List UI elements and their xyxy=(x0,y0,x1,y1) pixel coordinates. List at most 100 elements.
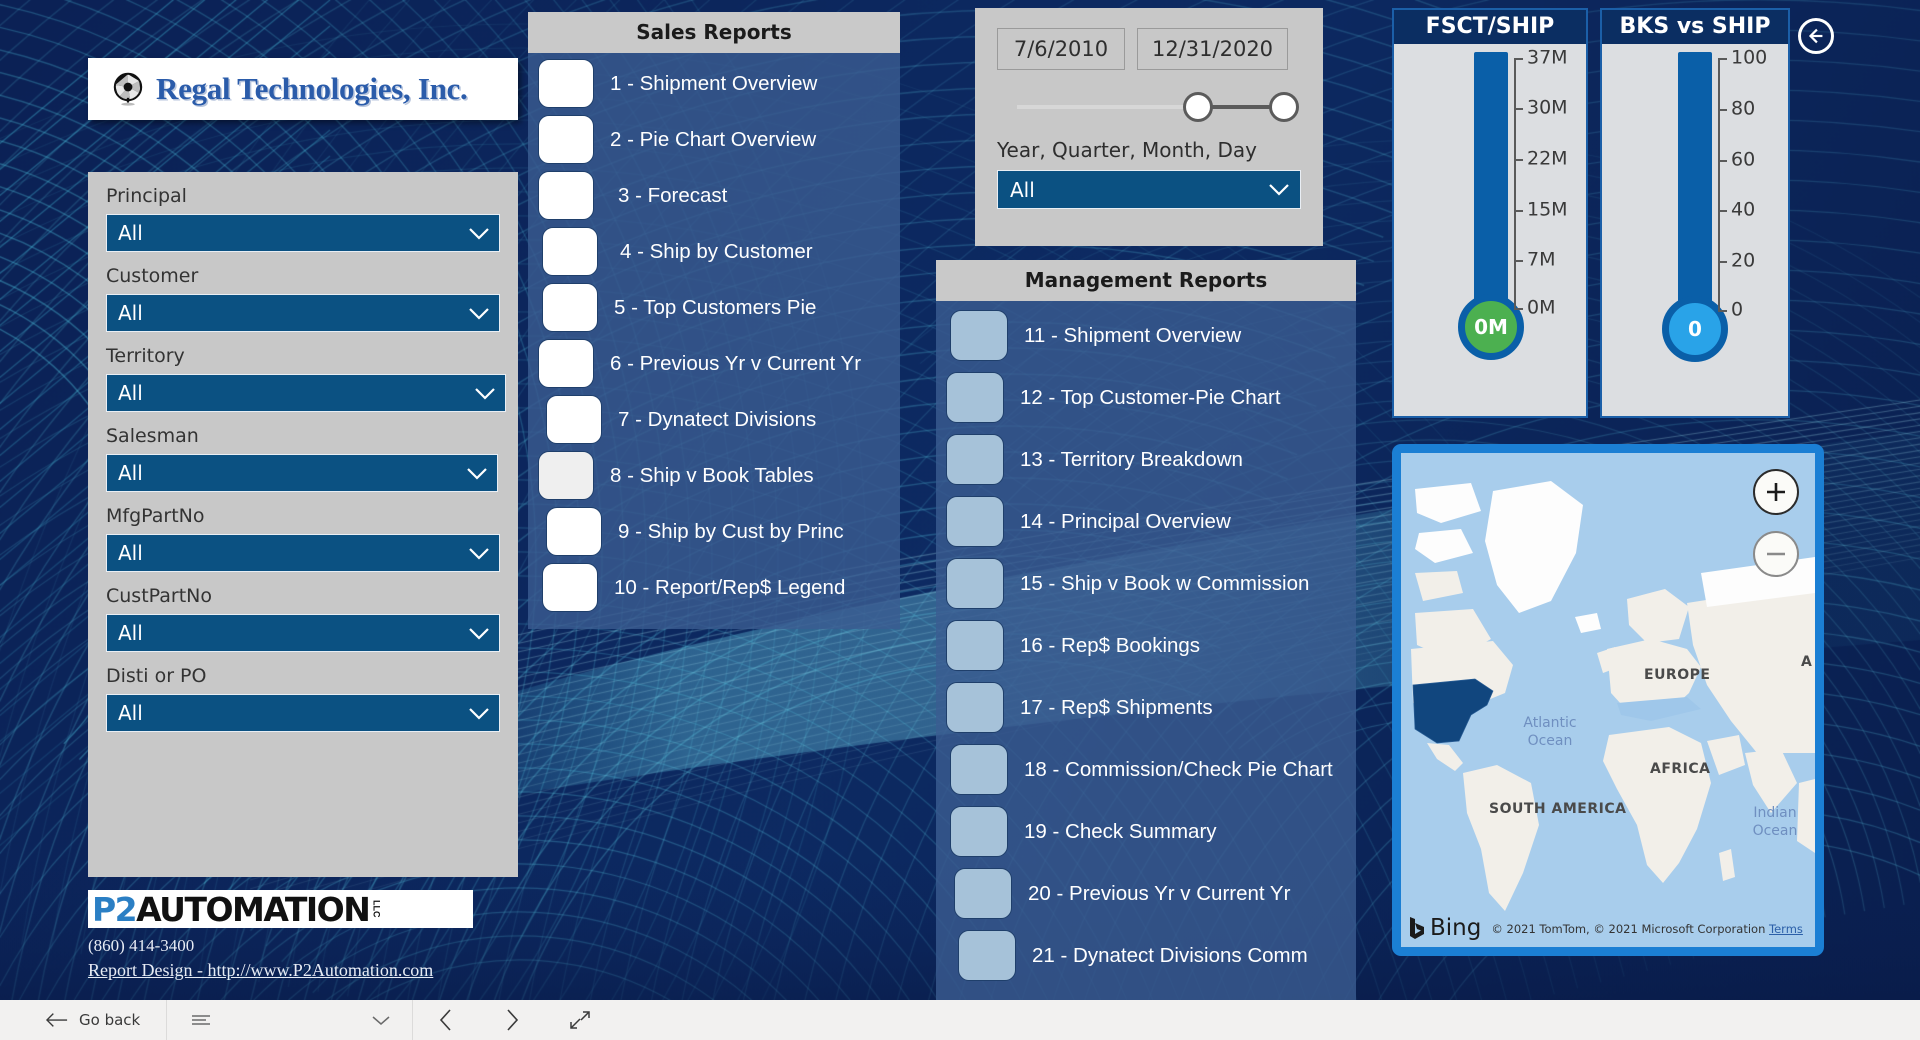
report-chip[interactable] xyxy=(538,59,594,108)
report-chip[interactable] xyxy=(950,744,1008,795)
tick-mark xyxy=(1514,308,1523,310)
report-label: 18 - Commission/Check Pie Chart xyxy=(1024,757,1333,781)
sales-report-item-4[interactable]: 4 - Ship by Customer xyxy=(528,227,900,276)
report-chip[interactable] xyxy=(946,434,1004,485)
territory-dropdown[interactable]: All xyxy=(106,374,506,412)
sales-reports-header: Sales Reports xyxy=(528,12,900,53)
report-chip[interactable] xyxy=(538,339,594,388)
sales-report-item-7[interactable]: 7 - Dynatect Divisions xyxy=(528,395,900,444)
sales-report-item-1[interactable]: 1 - Shipment Overview xyxy=(528,59,900,108)
report-label: 14 - Principal Overview xyxy=(1020,509,1231,533)
report-label: 5 - Top Customers Pie xyxy=(614,295,817,319)
report-chip[interactable] xyxy=(946,372,1004,423)
report-label: 16 - Rep$ Bookings xyxy=(1020,633,1201,657)
map-zoom-in-button[interactable] xyxy=(1753,469,1799,515)
report-chip[interactable] xyxy=(946,682,1004,733)
map-footer: Bing © 2021 TomTom, © 2021 Microsoft Cor… xyxy=(1409,915,1803,941)
salesman-dropdown[interactable]: All xyxy=(106,454,498,492)
end-date-input[interactable]: 12/31/2020 xyxy=(1137,28,1289,70)
report-chip[interactable] xyxy=(542,283,598,332)
back-arrow-circle-icon[interactable] xyxy=(1798,18,1834,54)
tick-label: 80 xyxy=(1731,97,1756,120)
report-chip[interactable] xyxy=(950,310,1008,361)
filter-custpartno: CustPartNo All xyxy=(88,585,518,652)
mgmt-report-item-15[interactable]: 15 - Ship v Book w Commission xyxy=(936,558,1356,609)
management-reports-list: 11 - Shipment Overview 12 - Top Customer… xyxy=(936,301,1356,1004)
previous-page-button[interactable] xyxy=(413,1000,479,1040)
mfgpartno-dropdown[interactable]: All xyxy=(106,534,500,572)
principal-dropdown[interactable]: All xyxy=(106,214,500,252)
fit-to-screen-button[interactable] xyxy=(545,1000,615,1040)
chevron-down-icon xyxy=(372,1015,390,1025)
company-logo: Regal Technologies, Inc. xyxy=(88,58,518,120)
report-chip[interactable] xyxy=(538,451,594,500)
map-attribution-text: © 2021 TomTom, © 2021 Microsoft Corporat… xyxy=(1491,922,1766,936)
report-label: 13 - Territory Breakdown xyxy=(1020,447,1243,471)
report-chip[interactable] xyxy=(946,620,1004,671)
report-chip[interactable] xyxy=(950,806,1008,857)
report-chip[interactable] xyxy=(946,496,1004,547)
granularity-label: Year, Quarter, Month, Day xyxy=(997,138,1257,162)
thermometer-fsct: 0M 37M 30M 22M 15M 7M 0M xyxy=(1394,44,1586,402)
slider-handle-end[interactable] xyxy=(1269,92,1299,122)
report-chip[interactable] xyxy=(546,507,602,556)
tick-label: 22M xyxy=(1527,147,1568,170)
report-label: 3 - Forecast xyxy=(618,183,728,207)
sales-report-item-3[interactable]: 3 - Forecast xyxy=(528,171,900,220)
mgmt-report-item-17[interactable]: 17 - Rep$ Shipments xyxy=(936,682,1356,733)
next-page-button[interactable] xyxy=(479,1000,545,1040)
mgmt-report-item-21[interactable]: 21 - Dynatect Divisions Comm xyxy=(936,930,1356,981)
custpartno-dropdown-value: All xyxy=(118,621,143,645)
granularity-dropdown[interactable]: All xyxy=(997,170,1301,209)
tick-mark xyxy=(1514,159,1523,161)
report-label: 11 - Shipment Overview xyxy=(1024,323,1242,347)
sales-report-item-8[interactable]: 8 - Ship v Book Tables xyxy=(528,451,900,500)
tick-mark xyxy=(1718,58,1727,60)
slider-handle-start[interactable] xyxy=(1183,92,1213,122)
report-chip[interactable] xyxy=(538,171,594,220)
bing-logo-icon xyxy=(1410,917,1424,939)
report-chip[interactable] xyxy=(538,115,594,164)
bing-map[interactable]: EUROPE AFRICA SOUTH AMERICA A Atlantic Oc… xyxy=(1401,453,1815,947)
sales-report-item-9[interactable]: 9 - Ship by Cust by Princ xyxy=(528,507,900,556)
report-label: 9 - Ship by Cust by Princ xyxy=(618,519,844,543)
p2-report-design-link[interactable]: Report Design - http://www.P2Automation.… xyxy=(88,960,433,981)
map-label-south-america: SOUTH AMERICA xyxy=(1489,801,1627,817)
mgmt-report-item-20[interactable]: 20 - Previous Yr v Current Yr xyxy=(936,868,1356,919)
arrow-left-icon xyxy=(1808,28,1823,44)
chevron-down-icon xyxy=(1268,183,1290,196)
customer-dropdown[interactable]: All xyxy=(106,294,500,332)
go-back-button[interactable]: Go back xyxy=(0,1000,166,1040)
custpartno-dropdown[interactable]: All xyxy=(106,614,500,652)
filter-label: Customer xyxy=(106,265,199,287)
sales-report-item-6[interactable]: 6 - Previous Yr v Current Yr xyxy=(528,339,900,388)
report-chip[interactable] xyxy=(542,563,598,612)
report-chip[interactable] xyxy=(946,558,1004,609)
disti-or-po-dropdown[interactable]: All xyxy=(106,694,500,732)
report-chip[interactable] xyxy=(958,930,1016,981)
filter-label: MfgPartNo xyxy=(106,505,205,527)
map-terms-link[interactable]: Terms xyxy=(1769,922,1803,936)
mgmt-report-item-13[interactable]: 13 - Territory Breakdown xyxy=(936,434,1356,485)
plus-icon xyxy=(1767,483,1785,501)
mgmt-report-item-18[interactable]: 18 - Commission/Check Pie Chart xyxy=(936,744,1356,795)
report-label: 21 - Dynatect Divisions Comm xyxy=(1032,943,1308,967)
map-zoom-out-button[interactable] xyxy=(1753,531,1799,577)
sales-report-item-5[interactable]: 5 - Top Customers Pie xyxy=(528,283,900,332)
mgmt-report-item-14[interactable]: 14 - Principal Overview xyxy=(936,496,1356,547)
tick-mark xyxy=(1514,108,1523,110)
mgmt-report-item-19[interactable]: 19 - Check Summary xyxy=(936,806,1356,857)
report-chip[interactable] xyxy=(546,395,602,444)
mgmt-report-item-12[interactable]: 12 - Top Customer-Pie Chart xyxy=(936,372,1356,423)
sales-reports-list: 1 - Shipment Overview 2 - Pie Chart Over… xyxy=(528,53,900,629)
tick-label: 20 xyxy=(1731,249,1756,272)
mgmt-report-item-11[interactable]: 11 - Shipment Overview xyxy=(936,310,1356,361)
report-chip[interactable] xyxy=(542,227,598,276)
mgmt-report-item-16[interactable]: 16 - Rep$ Bookings xyxy=(936,620,1356,671)
start-date-input[interactable]: 7/6/2010 xyxy=(997,28,1125,70)
page-menu-button[interactable] xyxy=(167,1000,412,1040)
report-chip[interactable] xyxy=(954,868,1012,919)
sales-report-item-2[interactable]: 2 - Pie Chart Overview xyxy=(528,115,900,164)
sales-report-item-10[interactable]: 10 - Report/Rep$ Legend xyxy=(528,563,900,612)
date-range-slider[interactable] xyxy=(997,92,1301,122)
